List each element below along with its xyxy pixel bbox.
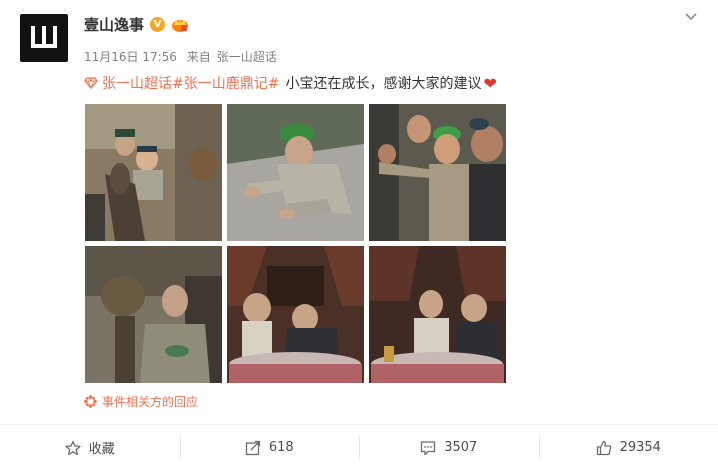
source-prefix: 来自 — [186, 50, 211, 64]
action-bar: 收藏 618 3507 29354 — [0, 425, 718, 470]
favorite-label: 收藏 — [88, 442, 115, 457]
comment-count: 3507 — [444, 440, 478, 455]
verified-icon: V — [150, 17, 166, 32]
post-content: 张一山超话 #张一山鹿鼎记# 小宝还在成长，感谢大家的建议 ❤ — [84, 73, 497, 93]
favorite-button[interactable]: 收藏 — [0, 425, 180, 470]
author-row: 壹山逸事 V — [84, 14, 189, 35]
related-response-link[interactable]: 事件相关方的回应 — [84, 393, 198, 410]
photo-table-scene-2[interactable] — [369, 246, 506, 383]
logo-glyph — [31, 25, 57, 48]
member-crown-icon[interactable] — [171, 17, 189, 32]
diamond-icon — [84, 77, 98, 89]
related-link-label[interactable]: 事件相关方的回应 — [102, 393, 198, 410]
comment-icon — [421, 440, 436, 455]
comment-button[interactable]: 3507 — [359, 425, 539, 470]
thumbs-up-icon — [596, 440, 611, 455]
photo-grid — [85, 104, 506, 383]
photo-pointing-crowd[interactable] — [369, 104, 506, 241]
like-button[interactable]: 29354 — [538, 425, 718, 470]
topic-link[interactable]: 张一山超话 — [102, 73, 172, 93]
repost-button[interactable]: 618 — [179, 425, 360, 470]
photo-crawling-man[interactable] — [227, 104, 364, 241]
share-icon — [245, 440, 260, 455]
avatar[interactable] — [20, 14, 68, 62]
post-text: 小宝还在成长，感谢大家的建议 — [285, 76, 482, 92]
repost-count: 618 — [268, 440, 294, 455]
photo-man-eating[interactable] — [85, 246, 222, 383]
hashtag-link[interactable]: #张一山鹿鼎记# — [172, 73, 279, 93]
star-icon — [65, 440, 81, 455]
photo-donkey-rider[interactable] — [85, 104, 222, 241]
chevron-down-icon[interactable] — [684, 10, 698, 24]
photo-table-scene-1[interactable] — [227, 246, 364, 383]
flower-icon — [84, 395, 97, 408]
like-count: 29354 — [619, 440, 661, 455]
source-name[interactable]: 张一山超话 — [217, 50, 277, 64]
heart-emoji-icon: ❤ — [483, 73, 497, 93]
author-name[interactable]: 壹山逸事 — [84, 14, 144, 35]
post-date[interactable]: 11月16日 17:56 — [84, 50, 177, 64]
post-meta: 11月16日 17:56 来自 张一山超话 — [84, 48, 283, 65]
